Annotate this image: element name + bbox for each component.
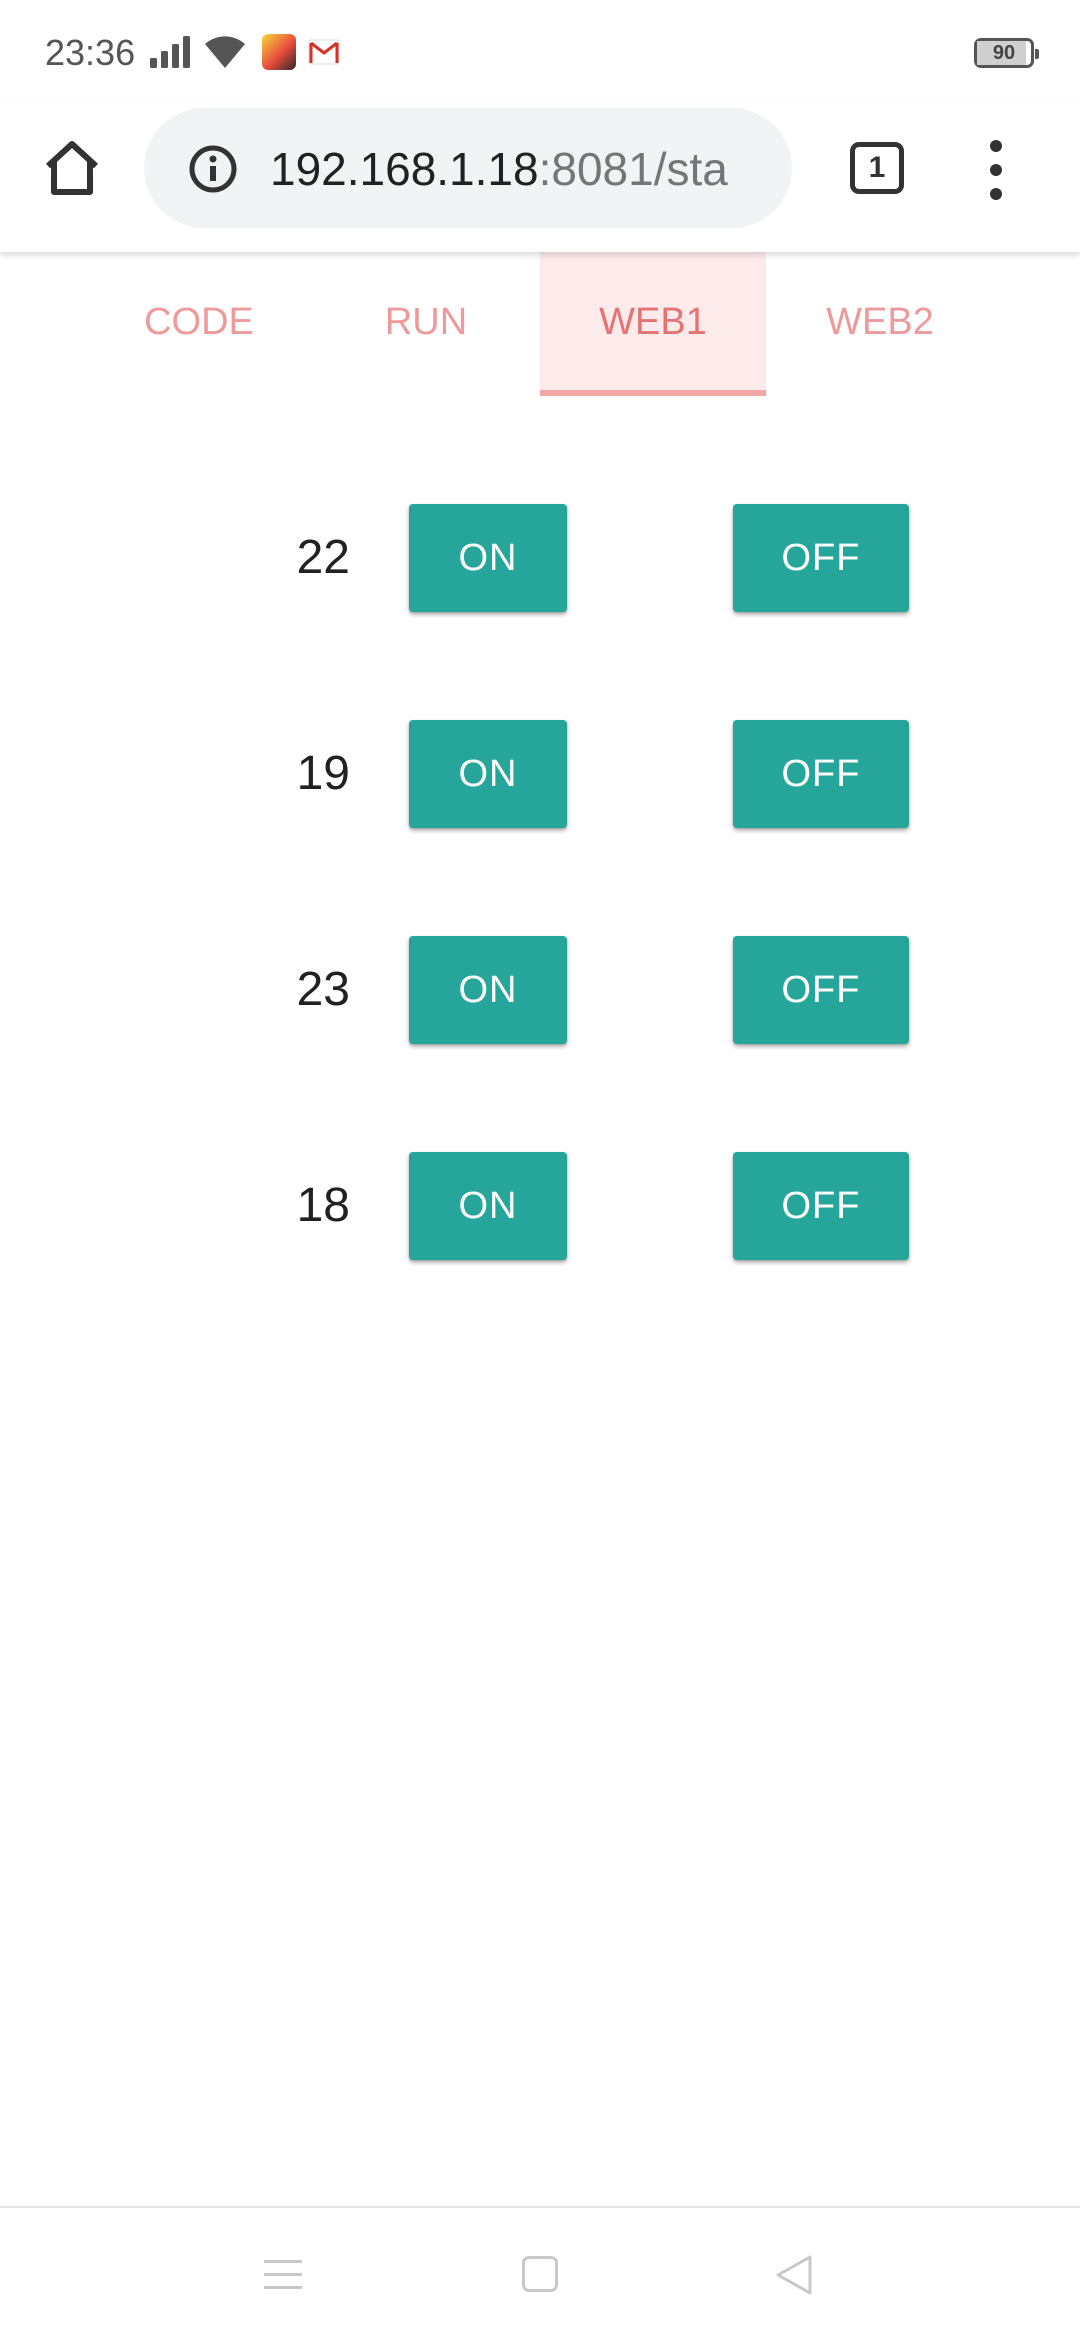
back-triangle-icon[interactable] bbox=[774, 2254, 814, 2296]
pin-number: 22 bbox=[296, 531, 350, 584]
wifi-icon bbox=[205, 36, 245, 68]
pin-row: 22 ON OFF bbox=[0, 504, 1080, 612]
gmail-icon bbox=[308, 39, 340, 65]
menu-icon[interactable] bbox=[264, 2258, 302, 2292]
url-bar[interactable]: 192.168.1.18:8081/sta bbox=[144, 108, 792, 228]
tab-run[interactable]: RUN bbox=[313, 252, 539, 396]
battery-percent: 90 bbox=[992, 42, 1016, 64]
pin-row: 23 ON OFF bbox=[0, 936, 1080, 1044]
on-button[interactable]: ON bbox=[409, 1152, 567, 1260]
pin-number: 23 bbox=[296, 963, 350, 1016]
off-button[interactable]: OFF bbox=[733, 936, 909, 1044]
pin-number: 19 bbox=[296, 747, 350, 800]
status-bar: 23:36 90 bbox=[0, 0, 1080, 100]
off-button[interactable]: OFF bbox=[733, 1152, 909, 1260]
home-icon[interactable] bbox=[40, 136, 104, 200]
on-button[interactable]: ON bbox=[409, 504, 567, 612]
tab-web1[interactable]: WEB1 bbox=[540, 252, 766, 396]
tab-switcher-icon[interactable]: 1 bbox=[850, 142, 904, 194]
pin-row: 19 ON OFF bbox=[0, 720, 1080, 828]
tab-code[interactable]: CODE bbox=[86, 252, 312, 396]
tab-web2[interactable]: WEB2 bbox=[767, 252, 993, 396]
game-app-icon bbox=[262, 34, 296, 70]
battery-icon: 90 bbox=[974, 38, 1039, 68]
more-vert-icon[interactable] bbox=[976, 140, 1016, 200]
browser-toolbar: 192.168.1.18:8081/sta 1 bbox=[0, 100, 1080, 252]
tab-count: 1 bbox=[868, 151, 886, 184]
on-button[interactable]: ON bbox=[409, 720, 567, 828]
pin-row: 18 ON OFF bbox=[0, 1152, 1080, 1260]
url-text[interactable]: 192.168.1.18:8081/sta bbox=[270, 142, 728, 196]
home-square-icon[interactable] bbox=[522, 2256, 558, 2292]
off-button[interactable]: OFF bbox=[733, 504, 909, 612]
info-icon[interactable] bbox=[188, 144, 238, 194]
status-time: 23:36 bbox=[45, 32, 136, 73]
url-host: 192.168.1.18 bbox=[270, 143, 539, 195]
pin-number: 18 bbox=[296, 1179, 350, 1232]
signal-icon bbox=[150, 36, 190, 68]
off-button[interactable]: OFF bbox=[733, 720, 909, 828]
screen: 23:36 90 192.168.1.18:8081/sta 1 CODE RU… bbox=[0, 0, 1080, 2340]
on-button[interactable]: ON bbox=[409, 936, 567, 1044]
system-nav-bar bbox=[0, 2206, 1080, 2340]
tab-bar: CODE RUN WEB1 WEB2 bbox=[0, 252, 1080, 396]
url-path: :8081/sta bbox=[538, 143, 728, 195]
